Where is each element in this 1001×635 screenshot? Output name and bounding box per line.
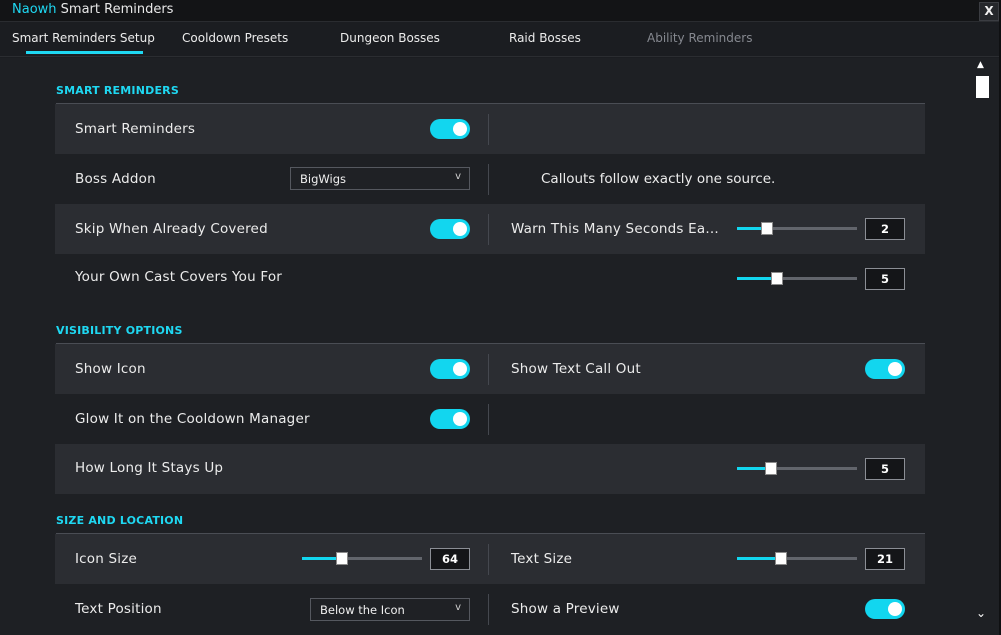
warn-seconds-value[interactable]: 2 <box>865 218 905 240</box>
tab-dungeon-bosses[interactable]: Dungeon Bosses <box>340 31 440 45</box>
own-cast-value[interactable]: 5 <box>865 268 905 290</box>
own-cast-slider[interactable] <box>737 270 857 286</box>
window-title-text: Smart Reminders <box>60 2 174 17</box>
own-cast-label: Your Own Cast Covers You For <box>75 269 283 285</box>
row-text-position: Text Position Below the Icon v Show a Pr… <box>55 584 925 634</box>
scroll-thumb[interactable] <box>976 76 989 98</box>
skip-covered-toggle[interactable] <box>430 219 470 239</box>
boss-addon-dropdown[interactable]: BigWigs v <box>290 167 470 190</box>
column-divider <box>488 164 489 195</box>
scroll-up-icon[interactable]: ▲ <box>977 60 984 70</box>
tab-ability-reminders[interactable]: Ability Reminders <box>647 31 752 45</box>
tab-bar: Smart Reminders Setup Cooldown Presets D… <box>0 23 1001 57</box>
show-icon-label: Show Icon <box>75 361 146 377</box>
column-divider <box>488 404 489 435</box>
active-tab-indicator <box>26 51 143 54</box>
tab-cooldown-presets[interactable]: Cooldown Presets <box>182 31 288 45</box>
chevron-down-icon: v <box>455 602 461 613</box>
row-show-icon: Show Icon Show Text Call Out <box>55 344 925 394</box>
warn-seconds-slider[interactable] <box>737 220 857 236</box>
text-position-label: Text Position <box>75 601 162 617</box>
tab-smart-reminders-setup[interactable]: Smart Reminders Setup <box>12 31 155 45</box>
icon-size-label: Icon Size <box>75 551 138 567</box>
text-size-label: Text Size <box>511 551 573 567</box>
row-skip-covered: Skip When Already Covered Warn This Many… <box>55 204 925 254</box>
window-title: Naowh Smart Reminders <box>12 1 173 18</box>
row-boss-addon: Boss Addon BigWigs v Callouts follow exa… <box>55 154 925 204</box>
slider-thumb[interactable] <box>765 462 777 475</box>
stays-up-value[interactable]: 5 <box>865 458 905 480</box>
column-divider <box>488 114 489 145</box>
row-icon-text-size: Icon Size 64 Text Size 21 <box>55 534 925 584</box>
show-text-callout-toggle[interactable] <box>865 359 905 379</box>
scroll-down-icon[interactable]: ⌄ <box>976 606 986 620</box>
column-divider <box>488 354 489 385</box>
slider-thumb[interactable] <box>771 272 783 285</box>
toggle-knob <box>888 362 902 376</box>
show-icon-toggle[interactable] <box>430 359 470 379</box>
title-bar: Naowh Smart Reminders X <box>0 0 1001 22</box>
chevron-down-icon: v <box>455 171 461 182</box>
row-smart-reminders: Smart Reminders <box>55 104 925 154</box>
icon-size-value[interactable]: 64 <box>430 548 470 570</box>
warn-seconds-label: Warn This Many Seconds Ea... <box>511 221 719 237</box>
glow-label: Glow It on the Cooldown Manager <box>75 411 310 427</box>
settings-panel: SMART REMINDERS Smart Reminders Boss Add… <box>0 58 1001 635</box>
slider-thumb[interactable] <box>775 552 787 565</box>
skip-covered-label: Skip When Already Covered <box>75 221 268 237</box>
scrollbar[interactable]: ▲ ⌄ <box>976 58 990 630</box>
column-divider <box>488 594 489 625</box>
section-title-visibility: VISIBILITY OPTIONS <box>56 324 183 337</box>
toggle-knob <box>453 362 467 376</box>
column-divider <box>488 544 489 575</box>
boss-addon-value: BigWigs <box>300 172 346 186</box>
show-preview-toggle[interactable] <box>865 599 905 619</box>
tab-raid-bosses[interactable]: Raid Bosses <box>509 31 581 45</box>
smart-reminders-toggle[interactable] <box>430 119 470 139</box>
toggle-knob <box>453 122 467 136</box>
stays-up-label: How Long It Stays Up <box>75 460 224 476</box>
row-own-cast: Your Own Cast Covers You For 5 <box>55 254 925 304</box>
text-size-slider[interactable] <box>737 550 857 566</box>
text-position-dropdown[interactable]: Below the Icon v <box>310 598 470 621</box>
toggle-knob <box>888 602 902 616</box>
column-divider <box>488 214 489 245</box>
toggle-knob <box>453 412 467 426</box>
stays-up-slider[interactable] <box>737 460 857 476</box>
slider-thumb[interactable] <box>336 552 348 565</box>
boss-addon-note: Callouts follow exactly one source. <box>541 171 776 187</box>
show-preview-label: Show a Preview <box>511 601 620 617</box>
close-button[interactable]: X <box>979 2 999 21</box>
smart-reminders-label: Smart Reminders <box>75 121 196 137</box>
toggle-knob <box>453 222 467 236</box>
text-position-value: Below the Icon <box>320 603 405 617</box>
glow-toggle[interactable] <box>430 409 470 429</box>
row-glow: Glow It on the Cooldown Manager <box>55 394 925 444</box>
icon-size-slider[interactable] <box>302 550 422 566</box>
text-size-value[interactable]: 21 <box>865 548 905 570</box>
slider-thumb[interactable] <box>761 222 773 235</box>
brand-name: Naowh <box>12 2 57 17</box>
section-title-size-location: SIZE AND LOCATION <box>56 514 184 527</box>
show-text-callout-label: Show Text Call Out <box>511 361 641 377</box>
section-title-smart-reminders: SMART REMINDERS <box>56 84 179 97</box>
row-stays-up: How Long It Stays Up 5 <box>55 444 925 494</box>
boss-addon-label: Boss Addon <box>75 171 156 187</box>
